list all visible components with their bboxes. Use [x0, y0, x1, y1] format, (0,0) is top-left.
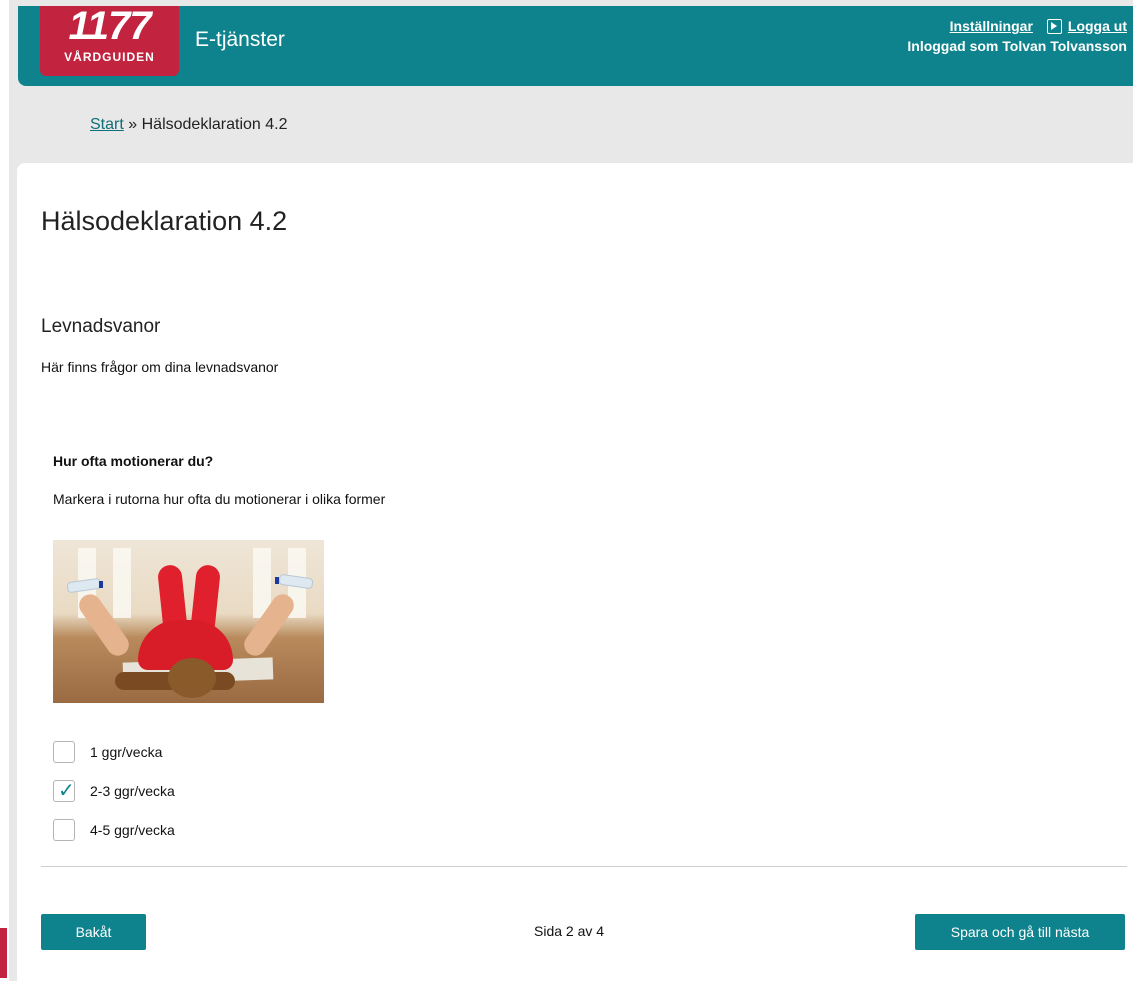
breadcrumb-start-link[interactable]: Start: [90, 116, 124, 133]
app-title: E-tjänster: [195, 28, 285, 51]
option-label: 1 ggr/vecka: [90, 744, 163, 760]
back-button[interactable]: Bakåt: [41, 914, 146, 950]
logo-1177-vardguiden[interactable]: 1177 VÅRDGUIDEN: [40, 6, 179, 76]
breadcrumb: Start » Hälsodeklaration 4.2: [90, 116, 287, 134]
section-title: Levnadsvanor: [41, 316, 161, 337]
head-shape: [168, 658, 216, 698]
logo-subtitle: VÅRDGUIDEN: [64, 50, 155, 64]
section-description: Här finns frågor om dina levnadsvanor: [41, 359, 279, 375]
divider: [41, 866, 1127, 867]
logout-link[interactable]: Logga ut: [1068, 18, 1127, 34]
question-help-text: Markera i rutorna hur ofta du motionerar…: [53, 491, 386, 507]
save-and-next-button[interactable]: Spara och gå till nästa: [915, 914, 1125, 950]
page-title: Hälsodeklaration 4.2: [41, 206, 288, 236]
breadcrumb-separator: »: [128, 116, 138, 133]
checkbox-checked[interactable]: ✓: [53, 780, 75, 802]
bottle-shape: [66, 577, 102, 594]
bottle-cap-shape: [275, 577, 279, 584]
app-header: 1177 VÅRDGUIDEN E-tjänster Inställningar…: [18, 6, 1133, 86]
question-title: Hur ofta motionerar du?: [53, 453, 214, 469]
frequency-options: 1 ggr/vecka ✓ 2-3 ggr/vecka 4-5 ggr/veck…: [53, 740, 175, 857]
settings-link[interactable]: Inställningar: [950, 18, 1033, 34]
logo-number: 1177: [68, 4, 151, 48]
option-4-5-per-week[interactable]: 4-5 ggr/vecka: [53, 818, 175, 842]
option-label: 4-5 ggr/vecka: [90, 822, 175, 838]
logged-in-user: Inloggad som Tolvan Tolvansson: [907, 38, 1127, 54]
option-2-3-per-week[interactable]: ✓ 2-3 ggr/vecka: [53, 779, 175, 803]
breadcrumb-current: Hälsodeklaration 4.2: [141, 116, 288, 133]
red-accent-strip: [0, 928, 7, 978]
exercise-photo: [53, 540, 324, 703]
logout-icon[interactable]: [1046, 18, 1062, 34]
window-shape: [113, 548, 131, 618]
option-1-per-week[interactable]: 1 ggr/vecka: [53, 740, 175, 764]
checkmark-icon: ✓: [58, 780, 75, 802]
checkbox[interactable]: [53, 819, 75, 841]
bottle-cap-shape: [99, 581, 103, 588]
left-edge: [0, 0, 9, 981]
option-label: 2-3 ggr/vecka: [90, 783, 175, 799]
user-menu: Inställningar Logga ut Inloggad som Tolv…: [907, 18, 1127, 54]
checkbox[interactable]: [53, 741, 75, 763]
form-card: Hälsodeklaration 4.2 Levnadsvanor Här fi…: [17, 163, 1133, 981]
page-indicator: Sida 2 av 4: [534, 923, 605, 939]
bottle-shape: [278, 573, 314, 590]
